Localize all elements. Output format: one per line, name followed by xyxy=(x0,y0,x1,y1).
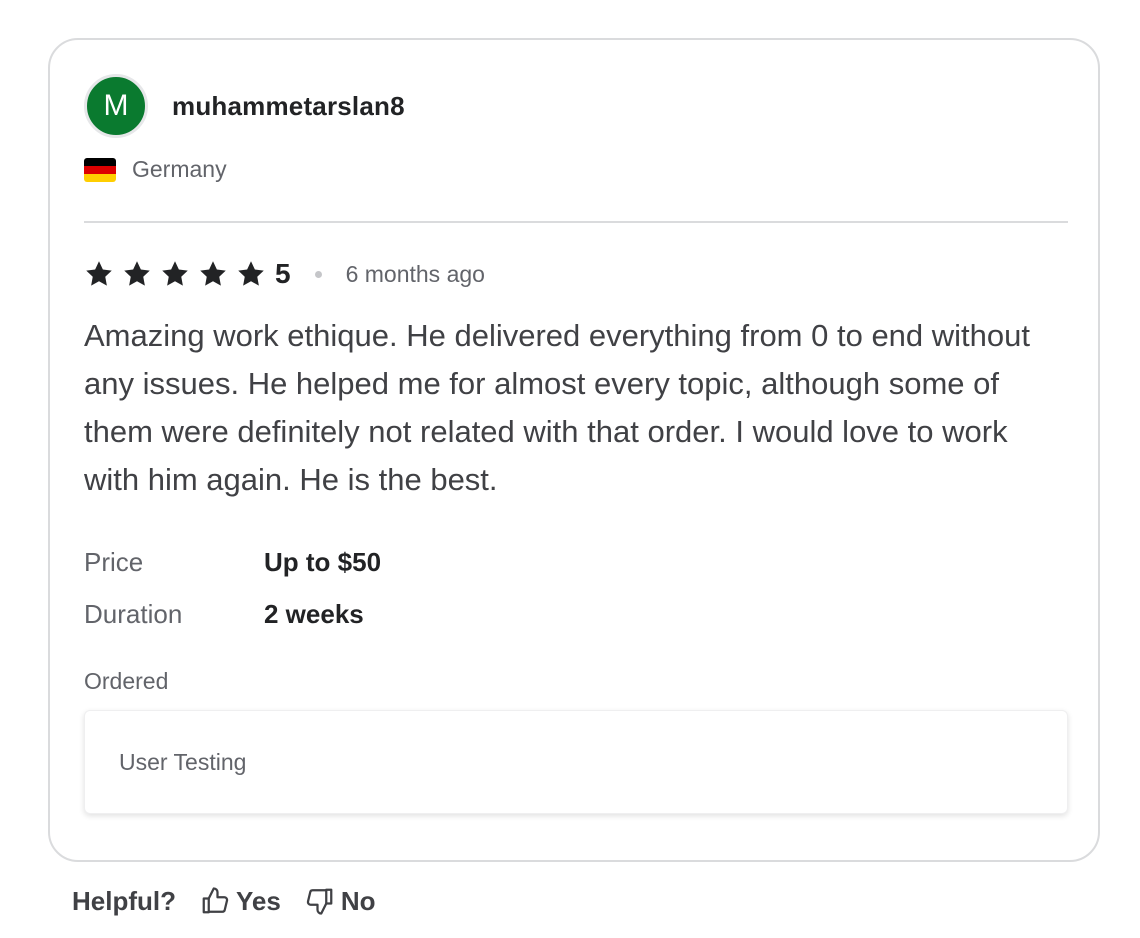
order-details: Price Up to $50 Duration 2 weeks xyxy=(84,536,381,640)
reviewer-username[interactable]: muhammetarslan8 xyxy=(172,91,405,122)
duration-label: Duration xyxy=(84,598,183,629)
helpful-no-button[interactable]: No xyxy=(305,886,376,917)
germany-flag-icon xyxy=(84,157,116,182)
star-rating xyxy=(84,259,274,289)
rating-value: 5 xyxy=(275,258,291,289)
thumbs-up-icon xyxy=(202,887,229,914)
helpful-feedback: Helpful? Yes No xyxy=(72,882,376,920)
ordered-item-name: User Testing xyxy=(119,748,247,775)
review-text: Amazing work ethique. He delivered every… xyxy=(84,318,1030,497)
star-icon xyxy=(84,259,114,289)
star-icon xyxy=(236,259,266,289)
helpful-label: Helpful? xyxy=(72,885,176,916)
country-name: Germany xyxy=(132,156,227,182)
divider xyxy=(84,221,1068,223)
duration-value: 2 weeks xyxy=(264,598,364,629)
duration-row: Duration 2 weeks xyxy=(84,588,381,640)
rating-row: 5 6 months ago xyxy=(84,256,485,292)
ordered-label: Ordered xyxy=(84,668,169,694)
helpful-yes-button[interactable]: Yes xyxy=(200,886,281,917)
star-icon xyxy=(198,259,228,289)
star-icon xyxy=(122,259,152,289)
helpful-yes-label: Yes xyxy=(236,885,281,916)
review-card: M muhammetarslan8 Germany 5 6 months ago… xyxy=(48,38,1100,862)
helpful-no-label: No xyxy=(340,885,376,916)
star-icon xyxy=(160,259,190,289)
reviewer-country: Germany xyxy=(84,156,227,183)
separator-dot xyxy=(314,270,322,278)
review-date: 6 months ago xyxy=(345,260,485,287)
thumbs-down-icon xyxy=(306,888,333,915)
price-value: Up to $50 xyxy=(264,546,382,577)
ordered-item-card[interactable]: User Testing xyxy=(84,710,1068,814)
price-row: Price Up to $50 xyxy=(84,536,381,588)
avatar[interactable]: M xyxy=(84,74,148,138)
price-label: Price xyxy=(84,546,144,577)
reviewer-header: M muhammetarslan8 xyxy=(84,74,405,138)
